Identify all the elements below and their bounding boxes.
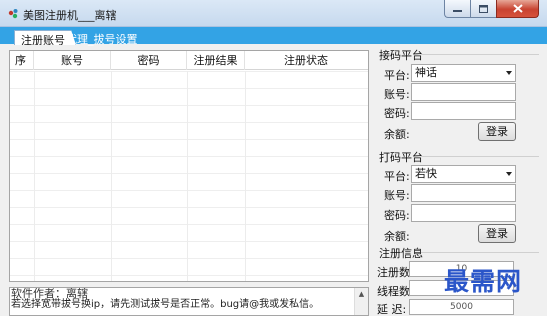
dama-login-button[interactable]: 登录 xyxy=(478,224,516,243)
dama-account-input[interactable] xyxy=(411,184,516,202)
col-header-password[interactable]: 密码 xyxy=(111,51,187,70)
close-icon xyxy=(512,4,523,13)
caption-buttons xyxy=(444,0,539,20)
grid-divider xyxy=(111,71,112,281)
jiema-platform-select[interactable]: 神话 xyxy=(411,64,516,82)
dama-password-label: 密码: xyxy=(384,209,410,222)
jiema-login-button[interactable]: 登录 xyxy=(478,122,516,141)
log-output[interactable]: 软件作者：离辖 若选择宽带拔号换ip，请先测试拔号是否正常。bug请@我或发私信… xyxy=(9,287,369,316)
maximize-button[interactable] xyxy=(470,0,496,18)
delay-label: 延 迟: xyxy=(377,303,407,316)
title-bar[interactable]: 美图注册机___离辖 xyxy=(0,0,547,27)
close-button[interactable] xyxy=(496,0,539,18)
dama-platform-label: 平台: xyxy=(384,170,410,183)
result-grid[interactable]: 序 账号 密码 注册结果 注册状态 xyxy=(9,50,369,282)
delay-input[interactable]: 5000 xyxy=(409,299,514,315)
jiema-platform-value: 神话 xyxy=(415,66,437,79)
chevron-down-icon xyxy=(506,172,512,176)
jiema-account-input[interactable] xyxy=(411,83,516,101)
dama-platform-select[interactable]: 若快 xyxy=(411,165,516,183)
col-header-result[interactable]: 注册结果 xyxy=(187,51,245,70)
window-title: 美图注册机___离辖 xyxy=(23,9,117,22)
jiema-account-label: 账号: xyxy=(384,88,410,101)
dama-password-input[interactable] xyxy=(411,204,516,222)
section-divider xyxy=(421,156,539,157)
grid-divider xyxy=(245,71,246,281)
col-header-status[interactable]: 注册状态 xyxy=(245,51,367,70)
maximize-icon xyxy=(479,4,488,13)
jiema-password-input[interactable] xyxy=(411,102,516,120)
section-title-dama: 打码平台 xyxy=(379,151,423,164)
tab-proxy-dial-settings[interactable]: 代理_拔号设置 xyxy=(60,30,144,46)
grid-header: 序 账号 密码 注册结果 注册状态 xyxy=(10,51,368,70)
site-watermark: 最需网 xyxy=(444,267,523,296)
jiema-balance-label: 余额: xyxy=(384,128,410,141)
dama-platform-value: 若快 xyxy=(415,167,437,180)
section-divider xyxy=(421,54,539,55)
minimize-icon xyxy=(453,9,462,12)
jiema-password-label: 密码: xyxy=(384,107,410,120)
tab-strip: 注册账号 代理_拔号设置 xyxy=(0,27,547,46)
log-line: 若选择宽带拔号换ip，请先测试拔号是否正常。bug请@我或发私信。 xyxy=(11,299,320,310)
dama-account-label: 账号: xyxy=(384,189,410,202)
app-icon xyxy=(7,7,20,20)
log-line: 软件作者：离辖 xyxy=(11,287,88,300)
section-title-register-info: 注册信息 xyxy=(379,247,423,260)
grid-divider xyxy=(187,71,188,281)
minimize-button[interactable] xyxy=(444,0,470,18)
log-scrollbar[interactable]: ▲ xyxy=(354,288,368,315)
grid-divider xyxy=(34,71,35,281)
dama-balance-label: 余额: xyxy=(384,230,410,243)
chevron-down-icon xyxy=(506,71,512,75)
scroll-up-icon[interactable]: ▲ xyxy=(359,290,364,315)
col-header-account[interactable]: 账号 xyxy=(34,51,111,70)
grid-body xyxy=(10,71,368,281)
col-header-index[interactable]: 序 xyxy=(10,51,34,70)
section-divider xyxy=(421,252,539,253)
app-window: 美图注册机___离辖 注册账号 代理_拔号设置 序 账号 密码 注册结果 注册状… xyxy=(0,0,547,316)
section-title-jiema: 接码平台 xyxy=(379,49,423,62)
jiema-platform-label: 平台: xyxy=(384,69,410,82)
